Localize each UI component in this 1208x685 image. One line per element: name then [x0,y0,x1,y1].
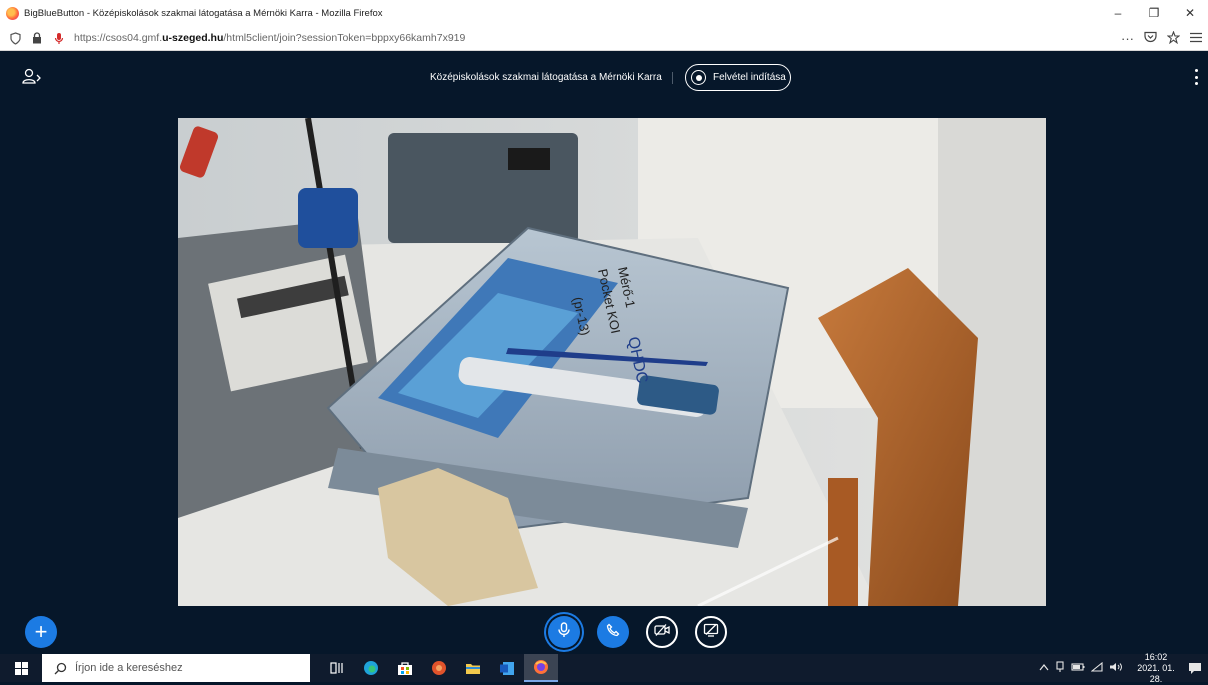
menu-hamburger-icon[interactable] [1190,31,1202,46]
taskbar-clock[interactable]: 16:02 2021. 01. 28. [1130,652,1182,685]
actions-plus-button[interactable]: + [25,616,57,648]
powerpoint-icon[interactable] [422,654,456,682]
firefox-taskbar-icon[interactable] [524,654,558,682]
url-bar-actions: ··· [1121,26,1202,51]
record-label: Felvétel indítása [713,72,786,83]
search-icon [54,662,67,675]
screen-share-off-icon [703,623,719,642]
window-controls: – ❐ ✕ [1100,0,1208,26]
wifi-icon[interactable] [1090,661,1103,675]
url-domain: u-szeged.hu [162,32,224,44]
windows-taskbar: Írjon ide a kereséshez 16:02 2021. 01. 2… [0,652,1208,685]
pocket-icon[interactable] [1144,31,1157,46]
taskbar-search-box[interactable]: Írjon ide a kereséshez [42,654,310,682]
bbb-app: Középiskolások szakmai látogatása a Mérn… [0,51,1208,654]
volume-icon[interactable] [1109,662,1123,675]
firefox-logo-icon [6,6,19,20]
windows-logo-icon [14,661,28,675]
title-separator [672,72,673,84]
url-path: /html5client/join?sessionToken=bppxy66ka… [223,32,466,44]
store-icon[interactable] [388,654,422,682]
microphone-icon [557,621,571,643]
lock-icon[interactable] [30,31,44,45]
webcam-scene-image: Mérő-1 Pocket KOI (pr-13) QHDC [178,118,1046,606]
battery-icon[interactable] [1071,662,1085,674]
start-button[interactable] [0,654,42,682]
maximize-button[interactable]: ❐ [1136,0,1172,26]
meeting-title: Középiskolások szakmai látogatása a Mérn… [430,72,662,83]
search-placeholder: Írjon ide a kereséshez [75,662,183,674]
file-explorer-icon[interactable] [456,654,490,682]
minimize-button[interactable]: – [1100,0,1136,26]
chevron-up-icon[interactable] [1039,663,1049,674]
url-field[interactable]: https://csos04.gmf.u-szeged.hu/html5clie… [74,32,465,44]
system-tray: 16:02 2021. 01. 28. [1036,652,1208,685]
record-icon [691,70,706,85]
usb-device-icon[interactable] [1055,660,1065,676]
notification-center-icon[interactable] [1182,654,1208,682]
clock-date: 2021. 01. 28. [1137,662,1175,684]
phone-icon [606,623,620,642]
edge-browser-icon[interactable] [354,654,388,682]
url-prefix: https://csos04.gmf. [74,32,163,44]
video-off-icon [654,623,670,642]
bookmark-star-icon[interactable] [1166,29,1181,47]
browser-titlebar: BigBlueButton - Középiskolások szakmai l… [0,0,1208,26]
url-bar: https://csos04.gmf.u-szeged.hu/html5clie… [0,26,1208,51]
clock-time: 16:02 [1144,651,1168,662]
task-view-icon[interactable] [320,654,354,682]
audio-phone-button[interactable] [597,616,629,648]
webcam-video: Mérő-1 Pocket KOI (pr-13) QHDC [178,118,1046,606]
window-title: BigBlueButton - Középiskolások szakmai l… [24,7,383,19]
microphone-icon[interactable] [52,31,66,45]
more-actions-icon[interactable]: ··· [1121,31,1134,46]
options-menu-icon[interactable] [1192,69,1200,85]
start-recording-button[interactable]: Felvétel indítása [685,64,791,91]
screen-share-button[interactable] [695,616,727,648]
close-window-button[interactable]: ✕ [1172,0,1208,26]
user-list-toggle-icon[interactable] [22,67,44,85]
word-icon[interactable] [490,654,524,682]
shield-icon[interactable] [8,31,22,45]
share-webcam-button[interactable] [646,616,678,648]
microphone-toggle-button[interactable] [548,616,580,648]
